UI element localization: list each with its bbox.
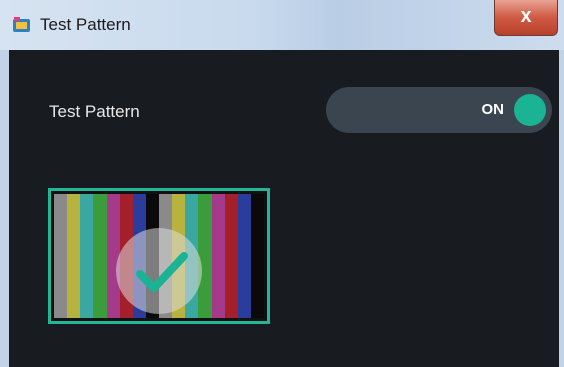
color-bar (224, 194, 238, 318)
test-pattern-label: Test Pattern (49, 102, 140, 121)
color-bar (67, 194, 81, 318)
toggle-state-text: ON (481, 101, 505, 118)
color-bar (93, 194, 107, 318)
color-bar (54, 194, 68, 318)
color-bar (237, 194, 251, 318)
toggle-knob[interactable] (514, 94, 546, 126)
app-icon (13, 17, 30, 32)
test-pattern-toggle[interactable]: ON (326, 87, 552, 133)
test-pattern-window: Test Pattern x Test Pattern ON (0, 0, 564, 367)
close-button[interactable]: x (494, 0, 558, 36)
color-bar (250, 194, 264, 318)
title-bar[interactable]: Test Pattern x (0, 0, 564, 51)
checkmark-icon (136, 252, 188, 292)
window-frame-right (559, 50, 564, 367)
window-title: Test Pattern (40, 15, 131, 34)
color-bar (198, 194, 212, 318)
window-frame-left (0, 50, 9, 367)
color-bar (211, 194, 225, 318)
color-bar (80, 194, 94, 318)
